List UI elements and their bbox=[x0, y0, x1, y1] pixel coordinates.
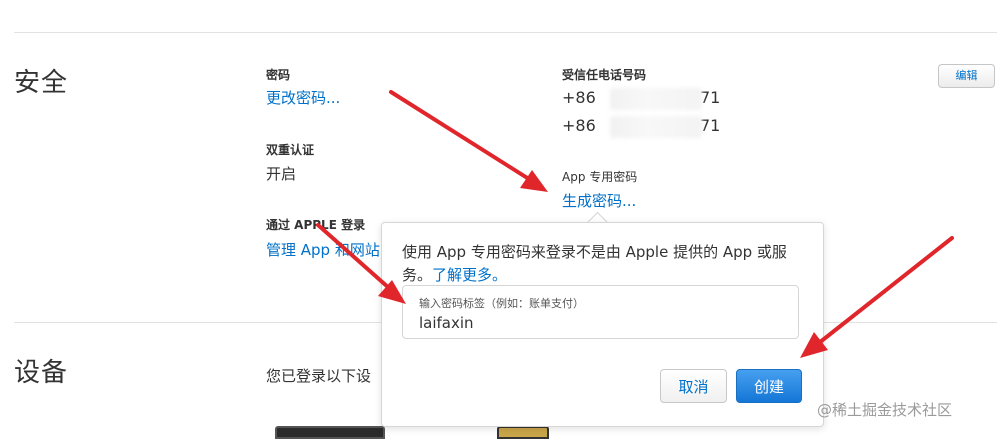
trusted-phone-2: +86 bbox=[562, 116, 596, 135]
redacted-phone-2 bbox=[610, 116, 702, 138]
phone-suffix-1: 71 bbox=[700, 88, 721, 107]
generate-password-link[interactable]: 生成密码... bbox=[562, 190, 636, 211]
device-thumbnail-ipad[interactable] bbox=[497, 426, 549, 439]
phone-country-code: +86 bbox=[562, 116, 596, 135]
phone-country-code: +86 bbox=[562, 88, 596, 107]
password-label-placeholder: 输入密码标签（例如：账单支付） bbox=[419, 297, 584, 310]
app-password-label: App 专用密码 bbox=[562, 170, 638, 184]
app-password-popover: 使用 App 专用密码来登录不是由 Apple 提供的 App 或服务。了解更多… bbox=[381, 222, 824, 427]
apple-signin-label: 通过 APPLE 登录 bbox=[266, 218, 366, 232]
password-label-value[interactable]: laifaxin bbox=[419, 314, 474, 332]
device-thumbnail-mac[interactable] bbox=[275, 426, 385, 439]
devices-heading: 设备 bbox=[14, 358, 69, 388]
devices-intro: 您已登录以下设 bbox=[266, 367, 372, 385]
watermark: @稀土掘金技术社区 bbox=[817, 401, 953, 419]
password-label: 密码 bbox=[266, 68, 291, 82]
redacted-phone-1 bbox=[610, 88, 702, 110]
security-heading: 安全 bbox=[14, 68, 69, 98]
trusted-phone-1: +86 bbox=[562, 88, 596, 107]
edit-button[interactable]: 编辑 bbox=[938, 64, 995, 88]
popover-description: 使用 App 专用密码来登录不是由 Apple 提供的 App 或服务。了解更多… bbox=[402, 241, 802, 287]
learn-more-link[interactable]: 了解更多。 bbox=[432, 266, 507, 284]
change-password-link[interactable]: 更改密码... bbox=[266, 87, 340, 108]
trusted-phone-label: 受信任电话号码 bbox=[562, 68, 647, 82]
cancel-button[interactable]: 取消 bbox=[660, 369, 727, 403]
two-factor-label: 双重认证 bbox=[266, 143, 315, 157]
arrow-to-generate-password bbox=[389, 90, 548, 192]
create-button[interactable]: 创建 bbox=[736, 369, 802, 403]
phone-suffix-2: 71 bbox=[700, 116, 721, 135]
top-divider bbox=[14, 32, 997, 33]
two-factor-value: 开启 bbox=[266, 165, 297, 183]
manage-apps-link[interactable]: 管理 App 和网站 bbox=[266, 239, 380, 260]
password-label-input[interactable]: 输入密码标签（例如：账单支付） laifaxin bbox=[402, 285, 799, 339]
